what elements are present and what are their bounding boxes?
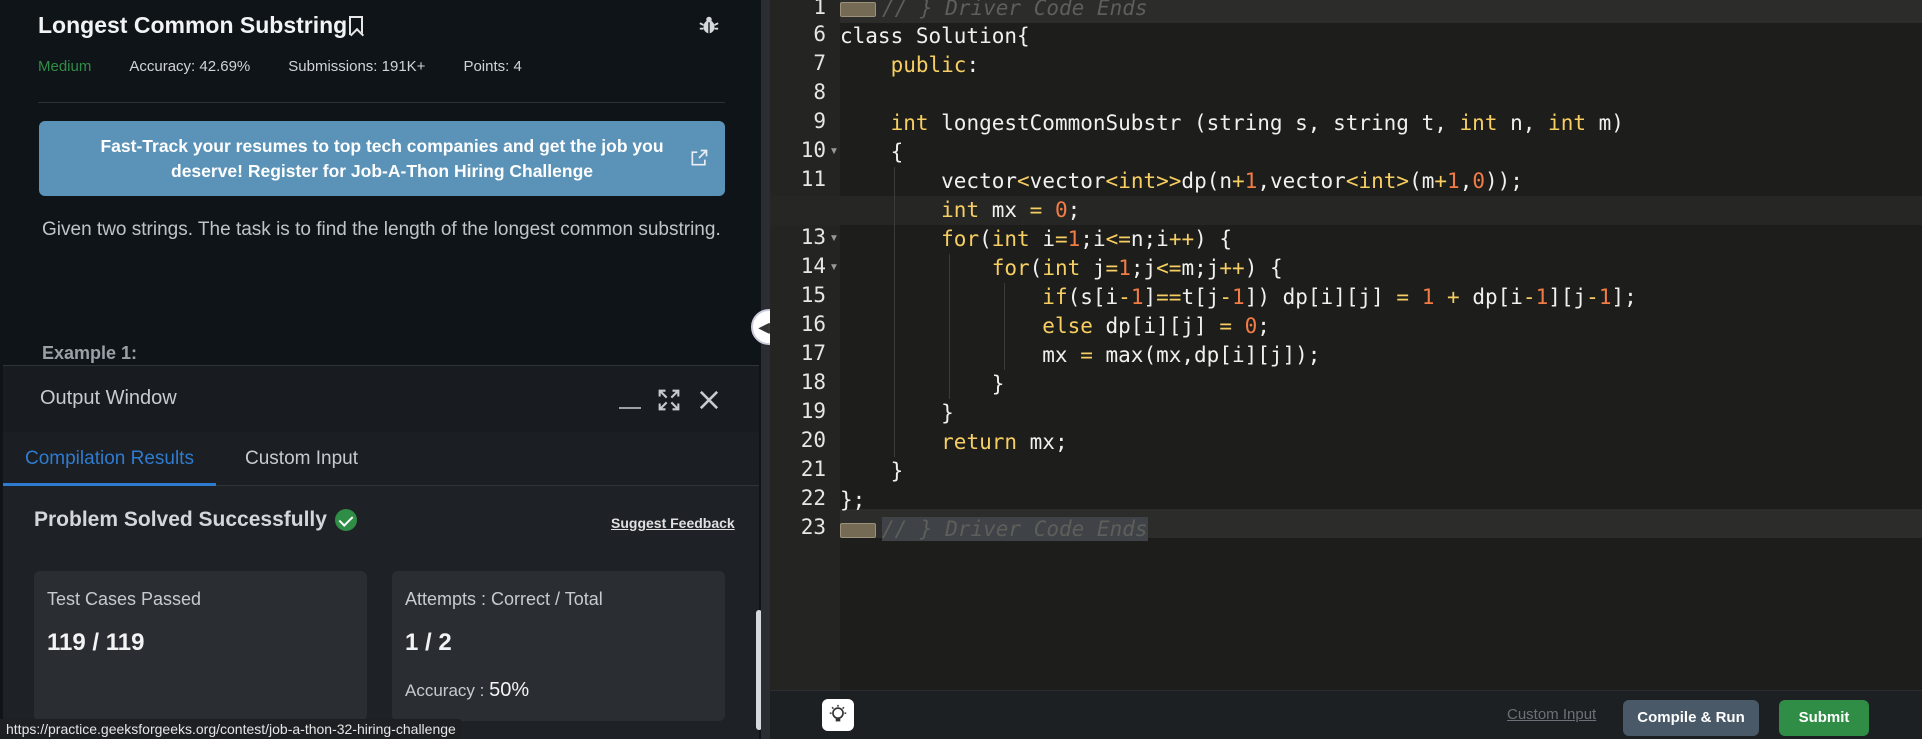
line-number: 21 <box>800 457 826 481</box>
line-number: 18 <box>800 370 826 394</box>
submit-button[interactable]: Submit <box>1779 700 1869 736</box>
line-number-gutter: 1 6 7 8 9 10 11 12 13 14 15 16 17 18 19 … <box>770 0 840 690</box>
line-number: 17 <box>800 341 826 365</box>
fold-arrow-icon[interactable]: ▼ <box>829 146 839 157</box>
code-comment: // } Driver Code Ends <box>882 0 1148 20</box>
code-line: return mx; <box>941 430 1068 454</box>
test-cases-card: Test Cases Passed 119 / 119 <box>34 571 367 721</box>
banner-text: Fast-Track your resumes to top tech comp… <box>100 135 664 181</box>
difficulty-badge: Medium <box>38 58 92 75</box>
line-number: 13 <box>800 225 826 249</box>
line-number: 16 <box>800 312 826 336</box>
submissions-stat: Submissions: 191K+ <box>288 58 426 75</box>
problem-title: Longest Common Substring <box>38 12 364 39</box>
line-number: 1 <box>813 0 826 19</box>
close-icon[interactable] <box>695 386 723 414</box>
line-number: 8 <box>813 80 826 104</box>
line-number: 10 <box>800 138 826 162</box>
lightbulb-icon <box>829 704 847 722</box>
code-line: }; <box>840 488 866 512</box>
fold-arrow-icon[interactable]: ▼ <box>829 233 839 244</box>
compile-run-button[interactable]: Compile & Run <box>1623 700 1759 736</box>
line-number: 11 <box>800 167 826 191</box>
line-number: 14 <box>800 254 826 278</box>
code-line: if(s[i-1]==t[j-1]) dp[i][j] = 1 + dp[i-1… <box>1042 285 1637 309</box>
bug-report-icon[interactable] <box>698 14 720 36</box>
check-circle-icon <box>334 509 357 531</box>
output-window-title: Output Window <box>40 387 177 409</box>
hiring-challenge-banner[interactable]: Fast-Track your resumes to top tech comp… <box>39 121 725 196</box>
tab-custom-input[interactable]: Custom Input <box>223 432 380 486</box>
line-number: 15 <box>800 283 826 307</box>
code-line: public: <box>840 53 980 77</box>
test-cases-label: Test Cases Passed <box>47 589 202 609</box>
problem-panel: Longest Common Substring Medium Accuracy… <box>0 0 762 739</box>
code-line: } <box>840 459 904 483</box>
external-link-icon <box>691 149 708 166</box>
attempt-accuracy-label: Accuracy : <box>405 681 485 700</box>
line-number: 19 <box>800 399 826 423</box>
code-line: } <box>840 401 954 425</box>
status-bar-url: https://practice.geeksforgeeks.org/conte… <box>0 719 462 739</box>
tab-compilation-results[interactable]: Compilation Results <box>3 432 216 486</box>
fold-arrow-icon[interactable]: ▼ <box>829 262 839 273</box>
example-label: Example 1: <box>42 343 138 363</box>
code-editor[interactable]: 1 6 7 8 9 10 11 12 13 14 15 16 17 18 19 … <box>770 0 1922 739</box>
code-line: // } Driver Code Ends <box>840 515 1148 544</box>
code-line: int mx = 0; <box>941 198 1081 222</box>
minimize-icon <box>619 407 641 409</box>
problem-meta: Medium Accuracy: 42.69% Submissions: 191… <box>38 58 522 75</box>
custom-input-link[interactable]: Custom Input <box>1507 706 1596 723</box>
code-line: mx = max(mx,dp[i][j]); <box>840 343 1321 367</box>
code-line: int longestCommonSubstr (string s, strin… <box>890 111 1624 135</box>
minimize-button[interactable] <box>616 386 644 414</box>
panel-divider[interactable] <box>762 0 770 739</box>
problem-description: Given two strings. The task is to find t… <box>42 219 721 240</box>
attempt-accuracy: Accuracy : 50% <box>405 679 529 702</box>
test-cases-value: 119 / 119 <box>47 629 145 656</box>
editor-footer: Custom Input Compile & Run Submit <box>770 690 1922 739</box>
divider <box>38 102 725 103</box>
hint-bulb-icon[interactable] <box>822 699 854 731</box>
line-number: 23 <box>800 515 826 539</box>
bookmark-icon[interactable] <box>349 16 364 35</box>
expand-icon[interactable] <box>655 386 683 414</box>
code-line: vector<vector<int>>dp(n+1,vector<int>(m+… <box>840 169 1523 193</box>
line-number: 6 <box>813 22 826 46</box>
points-stat: Points: 4 <box>463 58 522 75</box>
attempts-value: 1 / 2 <box>405 629 452 656</box>
code-line: { <box>840 140 904 164</box>
accuracy-stat: Accuracy: 42.69% <box>129 58 251 75</box>
code-line: // } Driver Code Ends <box>840 0 1148 23</box>
code-line: } <box>840 372 1005 396</box>
line-number: 20 <box>800 428 826 452</box>
result-status-text: Problem Solved Successfully <box>34 508 327 531</box>
code-comment: // } Driver Code Ends <box>882 517 1148 541</box>
attempts-label: Attempts : Correct / Total <box>405 589 603 609</box>
output-window-header: Output Window <box>3 366 759 432</box>
code-line: class Solution{ <box>840 24 1030 48</box>
code-area[interactable]: // } Driver Code Ends class Solution{ pu… <box>770 0 1922 690</box>
folded-code-marker[interactable] <box>840 522 876 538</box>
attempts-card: Attempts : Correct / Total 1 / 2 Accurac… <box>392 571 725 721</box>
output-tabs: Compilation Results Custom Input <box>3 432 759 486</box>
line-number: 22 <box>800 486 826 510</box>
problem-title-text: Longest Common Substring <box>38 12 348 38</box>
code-line: else dp[i][j] = 0; <box>1042 314 1270 338</box>
result-status: Problem Solved Successfully <box>34 508 357 532</box>
code-line: for(int i=1;i<=n;i++) { <box>941 227 1233 251</box>
line-number: 7 <box>813 51 826 75</box>
attempt-accuracy-value: 50% <box>489 679 530 701</box>
code-line: for(int j=1;j<=m;j++) { <box>991 256 1283 280</box>
output-window: Output Window Compilation Results Custom… <box>3 365 759 739</box>
suggest-feedback-link[interactable]: Suggest Feedback <box>611 515 735 531</box>
line-number: 9 <box>813 109 826 133</box>
folded-code-marker[interactable] <box>840 1 876 17</box>
